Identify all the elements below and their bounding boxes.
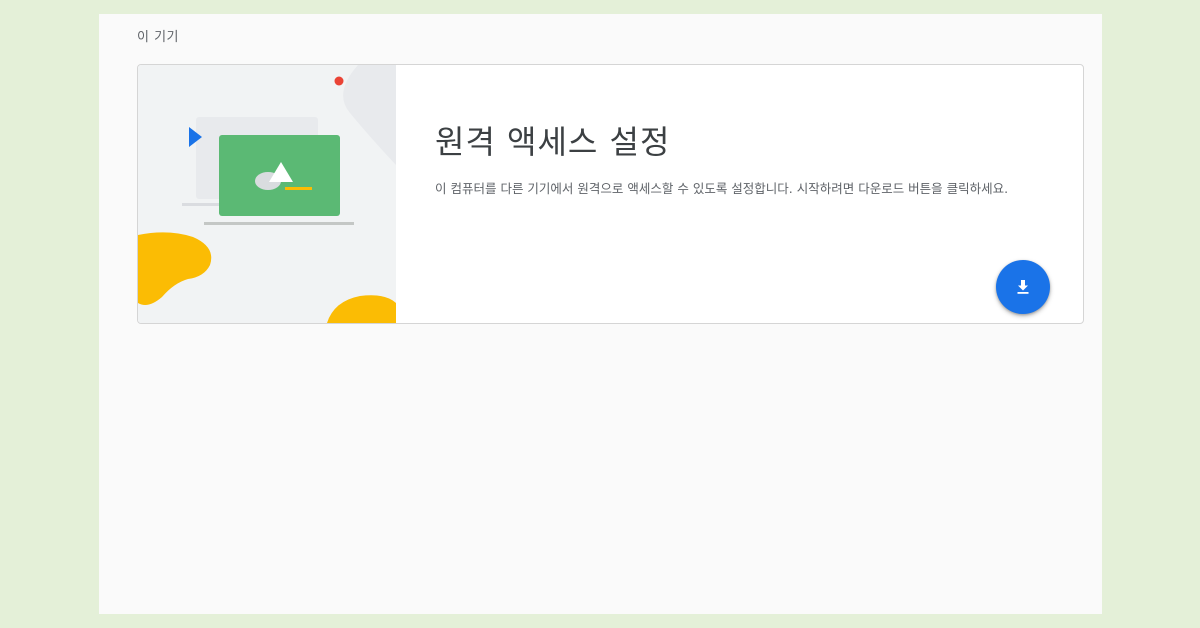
- section-heading: 이 기기: [137, 30, 180, 45]
- yellow-blob-left: [138, 232, 212, 305]
- remote-access-setup-card: 원격 액세스 설정 이 컴퓨터를 다른 기기에서 원격으로 액세스할 수 있도록…: [137, 64, 1084, 324]
- red-dot: [334, 76, 344, 86]
- yellow-line-on-screen: [285, 187, 312, 190]
- devices-panel: 이 기기 원격 액세스 설정 이 컴퓨터를 다른 기기에서 원격으로 액세스할 …: [99, 14, 1102, 614]
- remote-access-illustration: [138, 65, 396, 323]
- card-description: 이 컴퓨터를 다른 기기에서 원격으로 액세스할 수 있도록 설정합니다. 시작…: [435, 181, 1009, 196]
- download-icon: [1017, 280, 1029, 294]
- grey-corner-shape: [343, 65, 396, 165]
- download-button[interactable]: [996, 260, 1050, 314]
- yellow-blob-bottom: [327, 295, 396, 323]
- illustration-graphic: [138, 65, 396, 323]
- laptop-base: [204, 222, 354, 225]
- card-title: 원격 액세스 설정: [435, 123, 671, 161]
